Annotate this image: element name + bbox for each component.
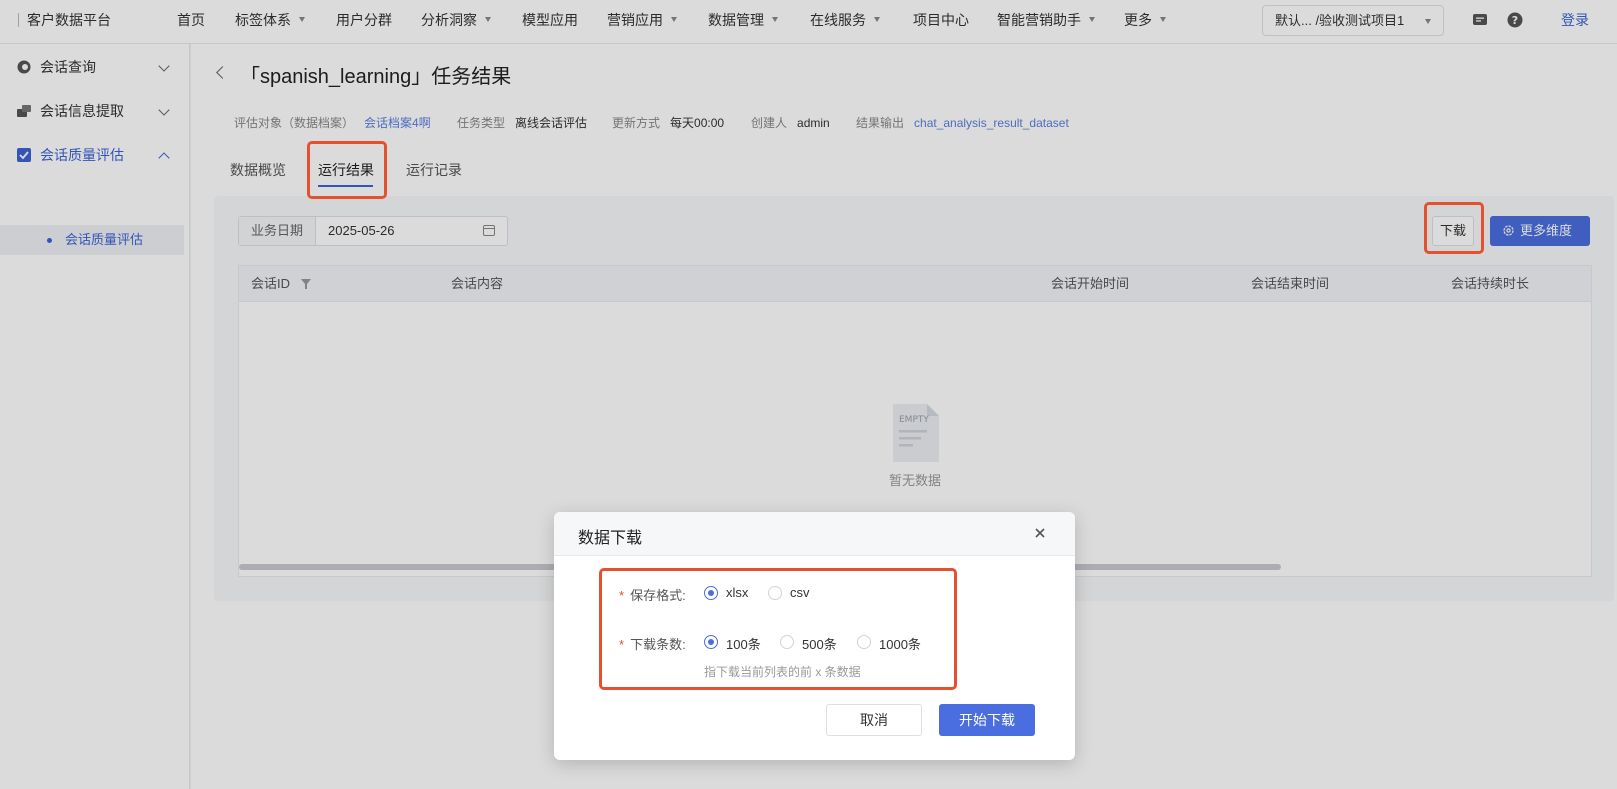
format-label: * 保存格式: xyxy=(619,588,686,603)
radio-500-label[interactable]: 500条 xyxy=(802,634,837,653)
radio-100[interactable] xyxy=(704,635,718,649)
cancel-button[interactable]: 取消 xyxy=(826,704,922,736)
radio-xlsx-label[interactable]: xlsx xyxy=(726,585,748,600)
modal-header: 数据下载 xyxy=(554,512,1075,556)
download-count-hint: 指下载当前列表的前 x 条数据 xyxy=(704,665,861,679)
close-icon[interactable] xyxy=(1032,525,1048,541)
radio-500[interactable] xyxy=(780,635,794,649)
required-marker: * xyxy=(619,588,625,603)
radio-csv-label[interactable]: csv xyxy=(790,585,810,600)
radio-csv[interactable] xyxy=(768,586,782,600)
radio-100-label[interactable]: 100条 xyxy=(726,634,761,653)
radio-1000-label[interactable]: 1000条 xyxy=(879,634,921,653)
start-download-button[interactable]: 开始下载 xyxy=(939,704,1035,736)
count-label: * 下载条数: xyxy=(619,637,686,652)
radio-1000[interactable] xyxy=(857,635,871,649)
radio-xlsx[interactable] xyxy=(704,586,718,600)
modal-title: 数据下载 xyxy=(578,530,643,547)
required-marker: * xyxy=(619,637,625,652)
